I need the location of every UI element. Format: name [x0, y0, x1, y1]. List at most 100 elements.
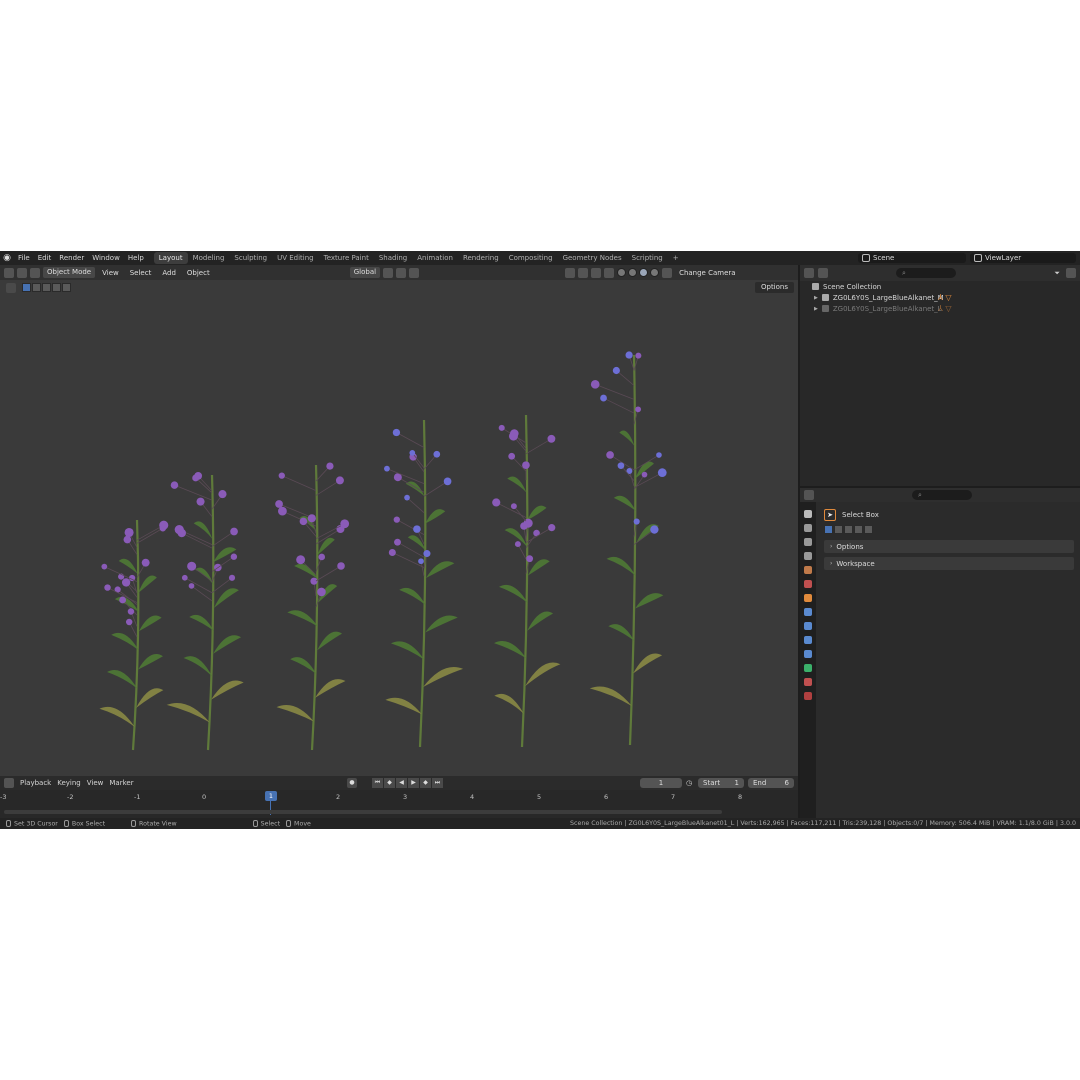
start-frame-field[interactable]: Start 1	[698, 778, 744, 788]
clock-icon[interactable]: ◷	[686, 779, 692, 787]
menu-help[interactable]: Help	[124, 251, 148, 265]
tab-modeling[interactable]: Modeling	[188, 252, 230, 264]
viewport-menu-object[interactable]: Object	[183, 269, 214, 277]
scene-selector[interactable]: Scene	[858, 253, 966, 263]
timeline-menu-playback[interactable]: Playback	[20, 779, 51, 787]
viewport-options-button[interactable]: Options	[754, 282, 794, 293]
properties-editor[interactable]: ⌕ ➤ Select Box › Options › Workspace	[800, 488, 1080, 818]
tab-uv-editing[interactable]: UV Editing	[272, 252, 319, 264]
jump-start-icon[interactable]: ⏮	[372, 778, 383, 788]
solid-shading-icon[interactable]	[628, 268, 638, 277]
active-tool-icon[interactable]	[6, 282, 16, 293]
outliner[interactable]: ⌕ ⏷ Scene Collection ▶ ZG0L6Y0S_LargeBlu…	[800, 265, 1080, 486]
particles-tab-icon[interactable]	[804, 622, 812, 630]
select-new-icon[interactable]	[824, 525, 833, 534]
constraints-tab-icon[interactable]	[804, 650, 812, 658]
prev-keyframe-icon[interactable]: ◆	[384, 778, 395, 788]
visibility-icon[interactable]	[565, 267, 576, 278]
select-new-icon[interactable]	[22, 283, 31, 292]
modifier-tab-icon[interactable]	[804, 608, 812, 616]
timeline[interactable]: Playback Keying View Marker ● ⏮ ◆ ◀ ▶ ◆ …	[0, 776, 798, 818]
modifier-icon[interactable]: ⅄ ▽	[938, 304, 960, 313]
select-invert-icon[interactable]	[854, 525, 863, 534]
select-extend-icon[interactable]	[834, 525, 843, 534]
select-subtract-icon[interactable]	[42, 283, 51, 292]
tab-compositing[interactable]: Compositing	[504, 252, 558, 264]
menu-render[interactable]: Render	[55, 251, 88, 265]
menu-file[interactable]: File	[14, 251, 34, 265]
record-icon[interactable]: ●	[347, 778, 357, 788]
playhead[interactable]: 1	[265, 791, 277, 801]
timeline-menu-view[interactable]: View	[87, 779, 104, 787]
menu-edit[interactable]: Edit	[34, 251, 56, 265]
list-item[interactable]: ▶ ZG0L6Y0S_LargeBlueAlkanet_M ⅄ ▽	[800, 292, 1080, 303]
new-collection-icon[interactable]	[1066, 268, 1076, 278]
viewport-menu-view[interactable]: View	[98, 269, 123, 277]
select-subtract-icon[interactable]	[844, 525, 853, 534]
snap-icon[interactable]	[396, 267, 407, 278]
options-panel[interactable]: › Options	[824, 540, 1074, 553]
tab-rendering[interactable]: Rendering	[458, 252, 504, 264]
wireframe-shading-icon[interactable]	[617, 268, 627, 277]
tab-animation[interactable]: Animation	[412, 252, 458, 264]
transform-orientation-dropdown[interactable]: Global	[349, 267, 381, 278]
outliner-editor-icon[interactable]	[804, 268, 814, 278]
viewport-menu-add[interactable]: Add	[158, 269, 180, 277]
select-mode-icon[interactable]	[17, 267, 27, 278]
viewport-menu-select[interactable]: Select	[126, 269, 156, 277]
filter-icon[interactable]: ⏷	[1054, 269, 1060, 278]
play-reverse-icon[interactable]: ◀	[396, 778, 407, 788]
timeline-scrollbar[interactable]	[4, 810, 722, 814]
material-tab-icon[interactable]	[804, 678, 812, 686]
properties-editor-icon[interactable]	[804, 490, 814, 500]
next-keyframe-icon[interactable]: ◆	[420, 778, 431, 788]
end-frame-field[interactable]: End 6	[748, 778, 794, 788]
menu-window[interactable]: Window	[88, 251, 124, 265]
modifier-icon[interactable]: ⅄ ▽	[938, 293, 960, 302]
tab-texture-paint[interactable]: Texture Paint	[319, 252, 374, 264]
view-layer-selector[interactable]: ViewLayer	[970, 253, 1076, 263]
rendered-shading-icon[interactable]	[650, 268, 660, 277]
expand-arrow-icon[interactable]: ▶	[814, 295, 818, 301]
change-camera-button[interactable]: Change Camera	[675, 269, 740, 277]
add-workspace-button[interactable]: +	[668, 252, 684, 264]
select-intersect-icon[interactable]	[864, 525, 873, 534]
select-invert-icon[interactable]	[52, 283, 61, 292]
transform-icon[interactable]	[30, 267, 40, 278]
editor-type-icon[interactable]	[4, 267, 14, 278]
gizmo-icon[interactable]	[578, 267, 589, 278]
timeline-editor-icon[interactable]	[4, 778, 14, 788]
material-shading-icon[interactable]	[639, 268, 649, 277]
camera-icon[interactable]	[662, 267, 673, 278]
timeline-menu-keying[interactable]: Keying	[57, 779, 81, 787]
object-mode-dropdown[interactable]: Object Mode	[43, 267, 96, 278]
texture-tab-icon[interactable]	[804, 692, 812, 700]
3d-viewport[interactable]: Object Mode View Select Add Object Globa…	[0, 265, 798, 776]
object-tab-icon[interactable]	[804, 594, 812, 602]
xray-icon[interactable]	[604, 267, 615, 278]
tab-scripting[interactable]: Scripting	[627, 252, 668, 264]
output-tab-icon[interactable]	[804, 538, 812, 546]
pivot-icon[interactable]	[383, 267, 394, 278]
overlay-icon[interactable]	[591, 267, 602, 278]
timeline-menu-marker[interactable]: Marker	[109, 779, 133, 787]
scene-collection-row[interactable]: Scene Collection	[800, 281, 1080, 292]
tool-tab-icon[interactable]	[804, 510, 812, 518]
display-mode-icon[interactable]	[818, 268, 828, 278]
tab-layout[interactable]: Layout	[153, 252, 188, 264]
proportional-edit-icon[interactable]	[409, 267, 420, 278]
tab-shading[interactable]: Shading	[374, 252, 412, 264]
tab-geometry-nodes[interactable]: Geometry Nodes	[558, 252, 627, 264]
select-intersect-icon[interactable]	[62, 283, 71, 292]
physics-tab-icon[interactable]	[804, 636, 812, 644]
world-tab-icon[interactable]	[804, 580, 812, 588]
workspace-panel[interactable]: › Workspace	[824, 557, 1074, 570]
jump-end-icon[interactable]: ⏭	[432, 778, 443, 788]
list-item[interactable]: ▶ ZG0L6Y0S_LargeBlueAlkanet_L ⅄ ▽	[800, 303, 1080, 314]
select-extend-icon[interactable]	[32, 283, 41, 292]
render-tab-icon[interactable]	[804, 524, 812, 532]
play-icon[interactable]: ▶	[408, 778, 419, 788]
properties-search-input[interactable]: ⌕	[912, 490, 972, 500]
current-frame-field[interactable]: 1	[640, 778, 682, 788]
select-box-icon[interactable]: ➤	[824, 509, 836, 521]
